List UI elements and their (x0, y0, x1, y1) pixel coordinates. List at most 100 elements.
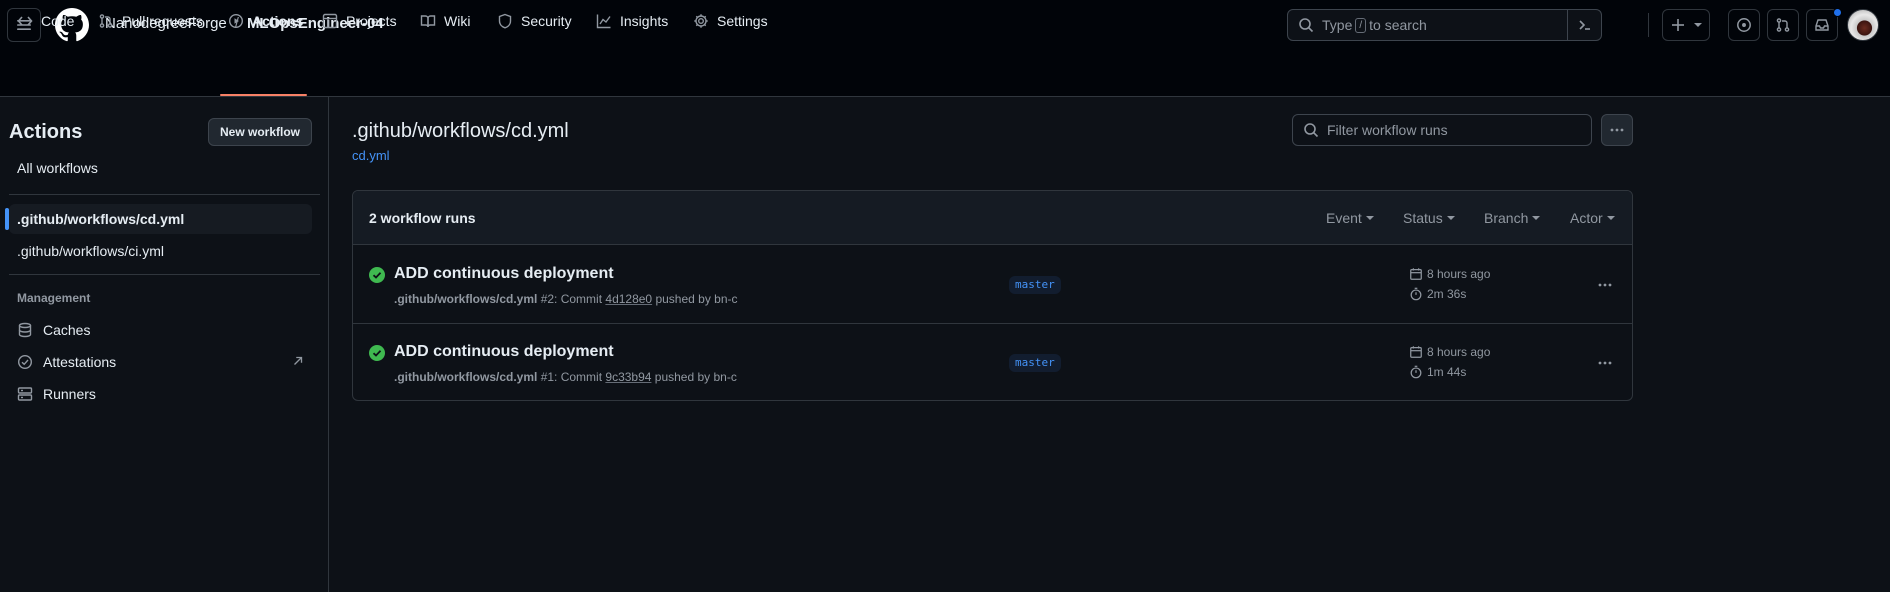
run-title-link[interactable]: ADD continuous deployment (394, 265, 614, 283)
management-heading: Management (17, 291, 91, 305)
page-title: .github/workflows/cd.yml (352, 120, 569, 142)
sidebar-item-runners[interactable]: Runners (17, 382, 96, 406)
table-icon (322, 13, 338, 29)
plus-icon (1672, 19, 1684, 31)
filter-workflow-runs-input[interactable]: Filter workflow runs (1292, 114, 1592, 146)
issue-opened-icon (1737, 18, 1751, 32)
notification-dot (1833, 8, 1842, 17)
run-when-text: 8 hours ago (1427, 267, 1491, 281)
workflow-run-row[interactable]: ADD continuous deployment .github/workfl… (353, 324, 1632, 400)
play-icon (228, 13, 244, 29)
tab-label: Wiki (444, 13, 471, 29)
run-duration-text: 1m 44s (1427, 365, 1467, 379)
database-icon (18, 322, 32, 338)
external-link-icon (291, 354, 305, 368)
tab-label: Insights (620, 13, 669, 29)
run-pushed-by: pushed by bn-c (654, 370, 737, 384)
tab-wiki[interactable]: Wiki (420, 0, 470, 42)
run-commit-prefix: : Commit (554, 292, 603, 306)
workflow-file-link[interactable]: cd.yml (352, 148, 390, 163)
chevron-down-icon (1694, 23, 1702, 27)
runs-list-header: 2 workflow runs Event Status Branch Acto… (353, 191, 1632, 245)
create-new-button[interactable] (1662, 9, 1710, 41)
run-when-text: 8 hours ago (1427, 345, 1491, 359)
tab-projects[interactable]: Projects (322, 0, 397, 42)
tab-pull-requests[interactable]: Pull requests (98, 0, 203, 42)
chevron-down-icon (1532, 216, 1541, 220)
sidebar-item-label: Caches (43, 322, 91, 338)
run-options-button[interactable] (1593, 273, 1617, 297)
run-meta: .github/workflows/cd.yml #1: Commit 9c33… (394, 370, 737, 384)
sidebar-item-ci-workflow[interactable]: .github/workflows/ci.yml (9, 236, 312, 266)
sidebar-divider (9, 274, 320, 275)
branch-badge[interactable]: master (1009, 354, 1061, 372)
check-circle-icon (369, 267, 385, 283)
graph-icon (596, 14, 611, 29)
kebab-horizontal-icon (1598, 361, 1612, 365)
dropdown-label: Status (1403, 210, 1443, 226)
tab-label: Pull requests (122, 13, 203, 29)
run-pushed-by: pushed by bn-c (655, 292, 738, 306)
commit-sha-link[interactable]: 4d128e0 (605, 292, 652, 306)
stopwatch-icon (1410, 365, 1422, 379)
dropdown-label: Actor (1570, 210, 1603, 226)
book-icon (420, 15, 436, 28)
sidebar-item-cd-workflow[interactable]: .github/workflows/cd.yml (9, 204, 312, 234)
tab-insights[interactable]: Insights (596, 0, 668, 42)
search-input[interactable]: Type / to search (1287, 9, 1602, 41)
tab-label: Settings (717, 13, 768, 29)
actor-filter-dropdown[interactable]: Actor (1570, 210, 1615, 226)
run-number: #2 (540, 292, 555, 306)
sidebar-item-caches[interactable]: Caches (17, 318, 90, 342)
workflow-runs-list: 2 workflow runs Event Status Branch Acto… (352, 190, 1633, 401)
run-commit-prefix: : Commit (554, 370, 603, 384)
server-icon (17, 387, 33, 401)
gear-icon (694, 14, 708, 28)
stopwatch-icon (1410, 287, 1422, 301)
actions-sidebar: Actions New workflow All workflows .gith… (0, 97, 329, 592)
workflow-run-row[interactable]: ADD continuous deployment .github/workfl… (353, 246, 1632, 324)
sidebar-title: Actions (9, 121, 83, 143)
new-workflow-button[interactable]: New workflow (208, 118, 312, 146)
event-filter-dropdown[interactable]: Event (1326, 210, 1374, 226)
status-filter-dropdown[interactable]: Status (1403, 210, 1455, 226)
chevron-down-icon (1365, 216, 1374, 220)
branch-badge[interactable]: master (1009, 276, 1061, 294)
shield-icon (498, 13, 512, 29)
run-workflow-name: .github/workflows/cd.yml (394, 370, 538, 384)
tab-security[interactable]: Security (497, 0, 572, 42)
sidebar-item-all-workflows[interactable]: All workflows (9, 153, 312, 183)
chevron-down-icon (1446, 216, 1455, 220)
branch-filter-dropdown[interactable]: Branch (1484, 210, 1541, 226)
pull-requests-button[interactable] (1767, 9, 1799, 41)
run-meta: .github/workflows/cd.yml #2: Commit 4d12… (394, 292, 738, 306)
workflow-options-button[interactable] (1601, 114, 1633, 146)
kebab-horizontal-icon (1610, 128, 1624, 132)
terminal-icon (1578, 20, 1590, 30)
sidebar-item-label: Runners (43, 386, 96, 402)
user-avatar[interactable] (1847, 9, 1879, 41)
issues-button[interactable] (1728, 9, 1760, 41)
run-duration: 1m 44s (1409, 365, 1466, 379)
run-workflow-name: .github/workflows/cd.yml (394, 292, 538, 306)
search-icon (1299, 18, 1314, 33)
run-title-link[interactable]: ADD continuous deployment (394, 343, 614, 361)
tab-code[interactable]: Code (17, 0, 74, 42)
commit-sha-link[interactable]: 9c33b94 (605, 370, 651, 384)
command-palette-button[interactable] (1567, 10, 1601, 40)
selected-item-indicator (5, 208, 9, 230)
run-options-button[interactable] (1593, 351, 1617, 375)
sidebar-item-attestations[interactable]: Attestations (17, 350, 116, 374)
sidebar-divider (9, 194, 320, 195)
run-timestamp: 8 hours ago (1409, 345, 1490, 359)
calendar-icon (1410, 346, 1422, 358)
search-shortcut-key: / (1355, 17, 1367, 33)
tab-actions[interactable]: Actions (228, 0, 303, 42)
calendar-icon (1410, 268, 1422, 280)
header-divider (1648, 13, 1649, 37)
kebab-horizontal-icon (1598, 283, 1612, 287)
runs-count: 2 workflow runs (369, 210, 476, 226)
verified-icon (17, 354, 33, 370)
tab-settings[interactable]: Settings (693, 0, 768, 42)
tab-label: Actions (252, 13, 304, 29)
